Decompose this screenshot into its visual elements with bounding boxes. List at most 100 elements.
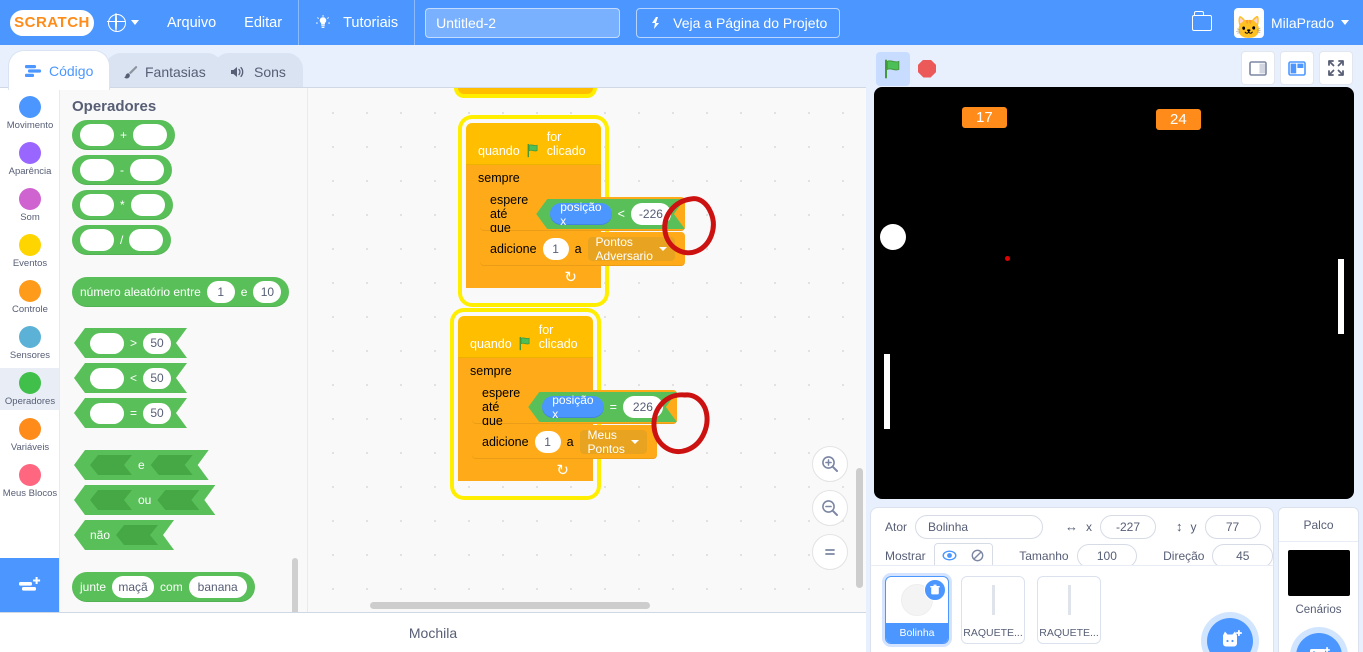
less-than-block[interactable]: posição x < -226 <box>536 199 685 229</box>
boolean-slot[interactable] <box>151 455 193 475</box>
operand-slot[interactable] <box>133 124 168 146</box>
boolean-slot[interactable] <box>90 490 132 510</box>
operand-slot[interactable] <box>90 403 124 424</box>
score-monitor-opponent[interactable]: 17 <box>962 107 1007 128</box>
menu-tutorials[interactable]: Tutoriais <box>301 0 412 45</box>
show-button[interactable] <box>934 543 964 568</box>
menu-file[interactable]: Arquivo <box>153 0 230 45</box>
tab-costumes[interactable]: Fantasias <box>105 53 223 90</box>
stage-thumbnail[interactable] <box>1287 550 1350 596</box>
size-input[interactable]: 100 <box>1076 543 1138 568</box>
sprite-item-bolinha[interactable]: Bolinha <box>885 576 949 644</box>
zoom-out-button[interactable] <box>812 490 848 526</box>
direction-input[interactable]: 45 <box>1212 543 1274 568</box>
operand-value[interactable]: 50 <box>143 333 171 354</box>
boolean-slot[interactable] <box>90 455 132 475</box>
operand-slot[interactable] <box>80 229 114 251</box>
tab-code[interactable]: Código <box>8 50 111 90</box>
backpack-bar[interactable]: Mochila <box>0 612 866 652</box>
stop-button[interactable] <box>910 52 944 86</box>
operand-slot[interactable] <box>90 368 124 389</box>
join-value1[interactable]: maçã <box>112 576 155 598</box>
sidebar-item-movimento[interactable]: Movimento <box>0 92 59 134</box>
sprite-paddle-right[interactable] <box>1338 259 1344 334</box>
sidebar-item-sensores[interactable]: Sensores <box>0 322 59 364</box>
large-stage-button[interactable] <box>1280 51 1314 85</box>
sprite-ball[interactable] <box>880 224 906 250</box>
palette-block-multiply[interactable]: * <box>72 190 173 220</box>
palette-block-not[interactable]: não <box>74 520 174 550</box>
change-variable-block[interactable]: adicione 1 a Pontos Adversario <box>480 232 685 266</box>
zoom-reset-button[interactable] <box>812 534 848 570</box>
operand-slot[interactable] <box>80 159 114 181</box>
operand-slot[interactable] <box>130 194 165 216</box>
menu-edit[interactable]: Editar <box>230 0 296 45</box>
sprite-item-raquete-1[interactable]: RAQUETE... <box>961 576 1025 644</box>
operand-slot[interactable] <box>80 194 114 216</box>
sidebar-item-aparencia[interactable]: Aparência <box>0 138 59 180</box>
tab-sounds[interactable]: Sons <box>213 53 303 90</box>
sidebar-item-operadores[interactable]: Operadores <box>0 368 59 410</box>
variable-dropdown[interactable]: Meus Pontos <box>579 428 647 456</box>
change-amount-input[interactable]: 1 <box>542 238 569 260</box>
operand-slot[interactable] <box>130 159 164 181</box>
palette-block-divide[interactable]: / <box>72 225 172 255</box>
hide-button[interactable] <box>963 543 993 568</box>
zoom-in-button[interactable] <box>812 446 848 482</box>
scratch-logo[interactable]: SCRATCH <box>10 9 94 36</box>
hat-when-flag-clicked[interactable]: quando for clicado <box>458 316 593 358</box>
operand-value[interactable]: 50 <box>143 403 171 424</box>
operand-slot[interactable] <box>129 229 164 251</box>
palette-block-and[interactable]: e <box>74 450 209 480</box>
boolean-slot[interactable] <box>116 525 158 545</box>
hat-when-flag-clicked[interactable]: quando for clicado <box>466 123 601 165</box>
fullscreen-button[interactable] <box>1319 51 1353 85</box>
equals-block[interactable]: posição x = 226 <box>528 392 677 422</box>
y-input[interactable]: 77 <box>1204 514 1261 539</box>
x-position-reporter[interactable]: posição x <box>542 396 603 418</box>
variable-dropdown[interactable]: Pontos Adversario <box>587 235 675 263</box>
sidebar-item-variaveis[interactable]: Variáveis <box>0 414 59 456</box>
palette-block-subtract[interactable]: - <box>72 155 172 185</box>
random-max-slot[interactable]: 10 <box>253 281 282 303</box>
score-monitor-mine[interactable]: 24 <box>1156 109 1201 130</box>
code-canvas[interactable]: quando for clicado sempre espere até que… <box>308 88 866 613</box>
palette-block-add[interactable]: + <box>72 120 176 150</box>
palette-block-random[interactable]: número aleatório entre 1 e 10 <box>72 277 290 307</box>
comparison-value-input[interactable]: 226 <box>623 396 663 418</box>
sprite-item-raquete-2[interactable]: RAQUETE... <box>1037 576 1101 644</box>
palette-scrollbar[interactable] <box>292 558 298 613</box>
green-flag-button[interactable] <box>876 51 910 86</box>
sidebar-item-meus-blocos[interactable]: Meus Blocos <box>0 460 59 502</box>
wait-until-block[interactable]: espere até que posição x = 226 <box>472 386 677 428</box>
canvas-horizontal-scrollbar[interactable] <box>370 602 650 609</box>
small-stage-button[interactable] <box>1241 51 1275 85</box>
sprite-name-input[interactable]: Bolinha <box>915 514 1044 539</box>
add-backdrop-button[interactable] <box>1296 633 1342 652</box>
project-page-button[interactable]: Veja a Página do Projeto <box>636 7 841 38</box>
operand-value[interactable]: 50 <box>143 368 171 389</box>
sprite-paddle-left[interactable] <box>884 354 890 429</box>
block-palette[interactable]: Operadores + - * / número aleatório entr… <box>60 88 308 613</box>
boolean-slot[interactable] <box>157 490 199 510</box>
language-selector[interactable] <box>94 0 153 45</box>
account-menu[interactable]: 🐱 MilaPrado <box>1226 7 1363 38</box>
random-min-slot[interactable]: 1 <box>206 281 235 303</box>
change-amount-input[interactable]: 1 <box>534 431 561 453</box>
sidebar-item-som[interactable]: Som <box>0 184 59 226</box>
script-2[interactable]: quando for clicado sempre espere até que… <box>458 316 677 481</box>
forever-block[interactable]: sempre espere até que posição x = 226 ad… <box>458 358 677 481</box>
palette-block-greater[interactable]: > 50 <box>74 328 187 358</box>
partial-script-above[interactable] <box>458 88 593 94</box>
x-position-reporter[interactable]: posição x <box>550 203 611 225</box>
palette-block-join[interactable]: junte maçã com banana <box>72 572 255 602</box>
palette-block-equal[interactable]: = 50 <box>74 398 187 428</box>
forever-block[interactable]: sempre espere até que posição x < -226 a… <box>466 165 685 288</box>
wait-until-block[interactable]: espere até que posição x < -226 <box>480 193 685 235</box>
project-title-input[interactable]: Untitled-2 <box>425 7 621 38</box>
palette-block-less[interactable]: < 50 <box>74 363 187 393</box>
palette-block-or[interactable]: ou <box>74 485 215 515</box>
join-value2[interactable]: banana <box>188 576 247 598</box>
comparison-value-input[interactable]: -226 <box>631 203 671 225</box>
add-extension-button[interactable] <box>0 558 59 613</box>
